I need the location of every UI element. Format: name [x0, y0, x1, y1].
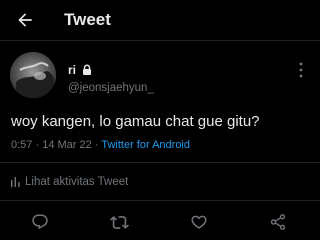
meta-separator: · [94, 139, 99, 151]
author-handle[interactable]: @jeonsjaehyun_ [68, 81, 154, 95]
author-display-name[interactable]: ri [68, 63, 76, 77]
top-bar: Tweet [0, 0, 320, 40]
page-title: Tweet [64, 10, 111, 29]
view-tweet-activity-label: Lihat aktivitas Tweet [25, 176, 129, 188]
retweet-button[interactable] [109, 212, 129, 232]
tweet-metadata: 0:57 · 14 Mar 22 · Twitter for Android [11, 138, 190, 152]
like-icon [191, 215, 207, 229]
avatar-image [10, 52, 56, 98]
tweet-text: woy kangen, lo gamau chat gue gitu? [11, 113, 260, 130]
view-tweet-activity[interactable]: Lihat aktivitas Tweet [11, 175, 128, 189]
more-options-icon[interactable] [294, 61, 308, 79]
tweet-time: 0:57 [11, 139, 33, 151]
avatar[interactable] [10, 52, 56, 98]
share-icon [270, 214, 286, 230]
reply-button[interactable] [30, 212, 50, 232]
analytics-icon [11, 177, 20, 187]
reply-icon [32, 214, 48, 230]
tweet-date: 14 Mar 22 [42, 139, 92, 151]
header-divider [0, 40, 320, 41]
lock-icon [83, 64, 91, 75]
metadata-divider [0, 162, 320, 163]
actions-divider [0, 200, 320, 201]
meta-separator: · [35, 139, 40, 151]
tweet-source-link[interactable]: Twitter for Android [101, 139, 190, 151]
arrow-left-icon [18, 13, 32, 27]
back-button[interactable] [14, 9, 36, 31]
retweet-icon [109, 215, 129, 229]
like-button[interactable] [189, 212, 209, 232]
share-button[interactable] [268, 212, 288, 232]
